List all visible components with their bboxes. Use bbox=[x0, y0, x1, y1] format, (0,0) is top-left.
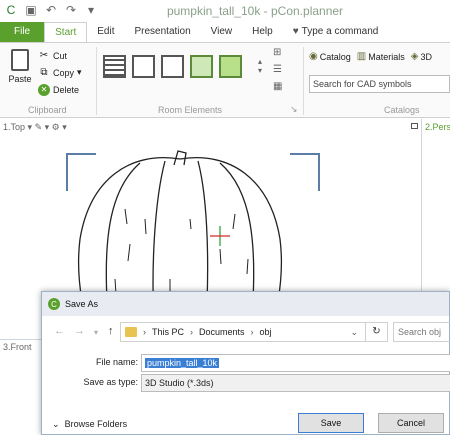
browse-folders-label: Browse Folders bbox=[64, 419, 128, 429]
forward-arrow-icon[interactable]: → bbox=[74, 325, 85, 337]
viewport-perspective-label: 2.Pers bbox=[425, 122, 450, 132]
dialog-launcher-icon[interactable]: ↘ bbox=[290, 104, 298, 115]
viewport-top-name: 1.Top bbox=[3, 122, 26, 132]
ribbon-separator bbox=[303, 47, 304, 115]
cad-search-input[interactable]: Search for CAD symbols bbox=[309, 75, 450, 93]
3d-label: 3D bbox=[420, 51, 432, 62]
save-as-dialog: C Save As ← → ▾ ↑ › This PC › Documents … bbox=[41, 291, 450, 435]
catalogs-row: ◉ Catalog ▥ Materials ◈ 3D bbox=[309, 51, 432, 62]
chevron-down-icon[interactable]: ⌄ bbox=[350, 327, 358, 338]
gallery-more-icon[interactable]: ▴ ▾ bbox=[258, 57, 262, 75]
ribbon-tabs: File Start Edit Presentation View Help ♥… bbox=[0, 22, 450, 42]
folder-search-input[interactable]: Search obj bbox=[393, 322, 450, 342]
copy-label: Copy bbox=[53, 67, 75, 78]
room-tools: ⊞ ☰ ▦ bbox=[273, 47, 286, 94]
dialog-title: Save As bbox=[65, 299, 99, 309]
save-type-row: Save as type: 3D Studio (*.3ds) bbox=[42, 374, 450, 392]
clipboard-group-label: Clipboard bbox=[28, 105, 67, 115]
ribbon-separator bbox=[96, 47, 97, 115]
tab-file[interactable]: File bbox=[0, 22, 45, 42]
delete-label: Delete bbox=[53, 84, 80, 95]
up-arrow-icon[interactable]: ↑ bbox=[108, 325, 114, 337]
recent-locations-icon[interactable]: ▾ bbox=[94, 328, 98, 337]
lightbulb-icon: ♥ bbox=[292, 26, 299, 37]
breadcrumb-obj[interactable]: obj bbox=[260, 327, 272, 337]
room-icon[interactable] bbox=[132, 55, 155, 78]
save-type-select[interactable]: 3D Studio (*.3ds) bbox=[141, 374, 450, 392]
clipboard-icon bbox=[11, 49, 29, 71]
gear-icon: ⚙ bbox=[51, 122, 60, 132]
room-elements-group-label: Room Elements bbox=[158, 105, 223, 115]
paste-button[interactable]: Paste bbox=[6, 49, 34, 84]
dimension-icon[interactable]: ⊞ bbox=[273, 47, 286, 60]
folder-icon bbox=[125, 327, 137, 337]
tab-edit[interactable]: Edit bbox=[87, 22, 124, 42]
paste-label: Paste bbox=[8, 74, 32, 84]
chevron-right-icon: › bbox=[250, 327, 254, 337]
file-name-row: File name: pumpkin_tall_10k bbox=[42, 354, 450, 372]
save-type-label: Save as type: bbox=[83, 377, 138, 387]
window-title: pumpkin_tall_10k - pCon.planner bbox=[166, 4, 344, 18]
floor-icon[interactable] bbox=[190, 55, 213, 78]
file-name-label: File name: bbox=[95, 357, 138, 367]
copy-button[interactable]: ⧉ Copy ▾ bbox=[38, 64, 82, 81]
chevron-right-icon: › bbox=[190, 327, 194, 337]
ribbon: Paste ✂ Cut ⧉ Copy ▾ ✕ Delete Clipboard ▴ ▾ ⊞… bbox=[0, 42, 450, 118]
chevron-down-icon: ⌄ bbox=[52, 419, 60, 429]
chevron-right-icon: › bbox=[143, 327, 146, 337]
room-elements-gallery bbox=[103, 55, 242, 78]
file-name-input[interactable]: pumpkin_tall_10k bbox=[141, 354, 450, 372]
tab-presentation[interactable]: Presentation bbox=[124, 22, 200, 42]
title-bar: C ▣ ↶ ↷ ▾ pumpkin_tall_10k - pCon.planne… bbox=[0, 0, 450, 22]
materials-icon: ▥ bbox=[356, 51, 367, 62]
viewport-front-label[interactable]: 3.Front bbox=[3, 342, 32, 352]
refresh-icon: ↻ bbox=[372, 326, 381, 337]
frame-corner bbox=[290, 153, 320, 191]
breadcrumb-this-pc[interactable]: This PC bbox=[152, 327, 184, 337]
dialog-navigation: ← → ▾ ↑ › This PC › Documents › obj ⌄ ↻ … bbox=[42, 320, 450, 344]
ceiling-icon[interactable] bbox=[219, 55, 242, 78]
file-name-value: pumpkin_tall_10k bbox=[145, 358, 220, 368]
cut-label: Cut bbox=[53, 50, 68, 61]
cancel-button[interactable]: Cancel bbox=[378, 413, 444, 433]
materials-label: Materials bbox=[368, 51, 405, 62]
delete-icon: ✕ bbox=[38, 83, 50, 96]
viewport-top-label[interactable]: 1.Top ▾ ✎ ▾ ⚙ ▾ bbox=[3, 122, 67, 133]
scissors-icon: ✂ bbox=[39, 50, 49, 61]
tell-me-text: Type a command bbox=[301, 26, 379, 37]
door-icon[interactable] bbox=[161, 55, 184, 78]
maximize-icon[interactable] bbox=[411, 123, 418, 129]
pattern-icon[interactable]: ▦ bbox=[273, 81, 286, 94]
tell-me-box[interactable]: ♥ Type a command bbox=[283, 22, 389, 42]
tab-start[interactable]: Start bbox=[44, 22, 88, 42]
catalog-label: Catalog bbox=[319, 51, 351, 62]
catalogs-group-label: Catalogs bbox=[384, 105, 420, 115]
wall-icon[interactable] bbox=[103, 55, 126, 78]
back-arrow-icon[interactable]: ← bbox=[54, 325, 65, 337]
catalog-button[interactable]: ◉ Catalog bbox=[309, 51, 351, 62]
browse-folders-toggle[interactable]: ⌄ Browse Folders bbox=[52, 419, 127, 430]
tab-view[interactable]: View bbox=[201, 22, 243, 42]
list-icon[interactable]: ☰ bbox=[273, 64, 286, 77]
save-button[interactable]: Save bbox=[298, 413, 364, 433]
copy-dropdown-icon[interactable]: ▾ bbox=[77, 67, 82, 78]
3d-icon: ◈ bbox=[410, 51, 419, 62]
app-logo-icon: C bbox=[48, 298, 60, 310]
cut-button[interactable]: ✂ Cut bbox=[38, 47, 82, 64]
breadcrumb-documents[interactable]: Documents bbox=[199, 327, 245, 337]
catalog-icon: ◉ bbox=[309, 51, 318, 62]
pen-icon: ✎ bbox=[34, 122, 43, 132]
dialog-title-bar[interactable]: C Save As bbox=[42, 292, 449, 316]
copy-icon: ⧉ bbox=[40, 67, 48, 78]
materials-button[interactable]: ▥ Materials bbox=[357, 51, 405, 62]
3d-button[interactable]: ◈ 3D bbox=[411, 51, 432, 62]
refresh-button[interactable]: ↻ bbox=[366, 322, 388, 342]
tab-help[interactable]: Help bbox=[242, 22, 283, 42]
delete-button[interactable]: ✕ Delete bbox=[38, 81, 82, 98]
address-bar[interactable]: › This PC › Documents › obj ⌄ bbox=[120, 322, 366, 342]
